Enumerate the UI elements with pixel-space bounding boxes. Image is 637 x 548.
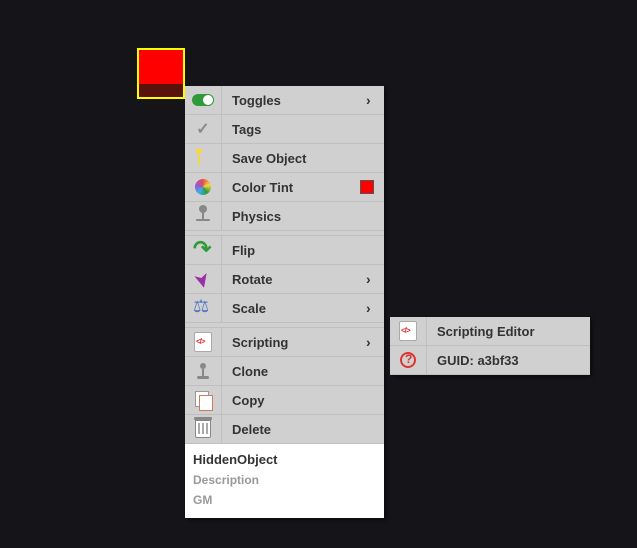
toggle-icon bbox=[192, 94, 214, 106]
menu-label: Save Object bbox=[222, 151, 378, 166]
menu-scale[interactable]: Scale › bbox=[185, 294, 384, 323]
menu-delete[interactable]: Delete bbox=[185, 415, 384, 444]
chevron-right-icon: › bbox=[366, 300, 378, 316]
clone-icon bbox=[195, 363, 211, 379]
flip-icon bbox=[193, 242, 213, 258]
menu-label: Scale bbox=[222, 301, 366, 316]
menu-label: Tags bbox=[222, 122, 378, 137]
menu-label: Copy bbox=[222, 393, 378, 408]
menu-flip[interactable]: Flip bbox=[185, 236, 384, 265]
script-icon bbox=[194, 332, 212, 352]
menu-label: Flip bbox=[222, 243, 378, 258]
menu-toggles[interactable]: Toggles › bbox=[185, 86, 384, 115]
submenu-guid[interactable]: GUID: a3bf33 bbox=[390, 346, 590, 375]
menu-label: Rotate bbox=[222, 272, 366, 287]
menu-label: Physics bbox=[222, 209, 378, 224]
menu-physics[interactable]: Physics bbox=[185, 202, 384, 231]
menu-label: Scripting bbox=[222, 335, 366, 350]
chevron-right-icon: › bbox=[366, 334, 378, 350]
menu-label: Scripting Editor bbox=[427, 324, 584, 339]
submenu-scripting-editor[interactable]: Scripting Editor bbox=[390, 317, 590, 346]
color-wheel-icon bbox=[195, 179, 211, 195]
menu-save-object[interactable]: Save Object bbox=[185, 144, 384, 173]
chevron-right-icon: › bbox=[366, 271, 378, 287]
selected-game-object[interactable] bbox=[137, 48, 185, 99]
object-info-footer: HiddenObject Description GM bbox=[185, 444, 384, 518]
rotate-icon bbox=[194, 270, 212, 288]
trash-icon bbox=[195, 420, 211, 438]
menu-color-tint[interactable]: Color Tint bbox=[185, 173, 384, 202]
script-icon bbox=[399, 321, 417, 341]
menu-clone[interactable]: Clone bbox=[185, 357, 384, 386]
chevron-right-icon: › bbox=[366, 92, 378, 108]
object-gm-notes-field[interactable]: GM bbox=[193, 490, 376, 510]
menu-copy[interactable]: Copy bbox=[185, 386, 384, 415]
guid-label: GUID: a3bf33 bbox=[427, 353, 584, 368]
physics-icon bbox=[196, 209, 210, 223]
check-icon bbox=[196, 119, 209, 139]
color-swatch bbox=[360, 180, 374, 194]
menu-label: Delete bbox=[222, 422, 378, 437]
menu-label: Color Tint bbox=[222, 180, 360, 195]
scale-icon bbox=[193, 300, 213, 316]
menu-label: Clone bbox=[222, 364, 378, 379]
question-icon bbox=[400, 352, 416, 368]
menu-rotate[interactable]: Rotate › bbox=[185, 265, 384, 294]
object-context-menu: Toggles › Tags Save Object Color Tint Ph… bbox=[185, 86, 384, 518]
scripting-submenu: Scripting Editor GUID: a3bf33 bbox=[390, 317, 590, 375]
menu-scripting[interactable]: Scripting › bbox=[185, 328, 384, 357]
object-description-field[interactable]: Description bbox=[193, 470, 376, 490]
object-name-field[interactable]: HiddenObject bbox=[193, 450, 376, 470]
copy-icon bbox=[195, 391, 211, 409]
menu-tags[interactable]: Tags bbox=[185, 115, 384, 144]
menu-label: Toggles bbox=[222, 93, 366, 108]
